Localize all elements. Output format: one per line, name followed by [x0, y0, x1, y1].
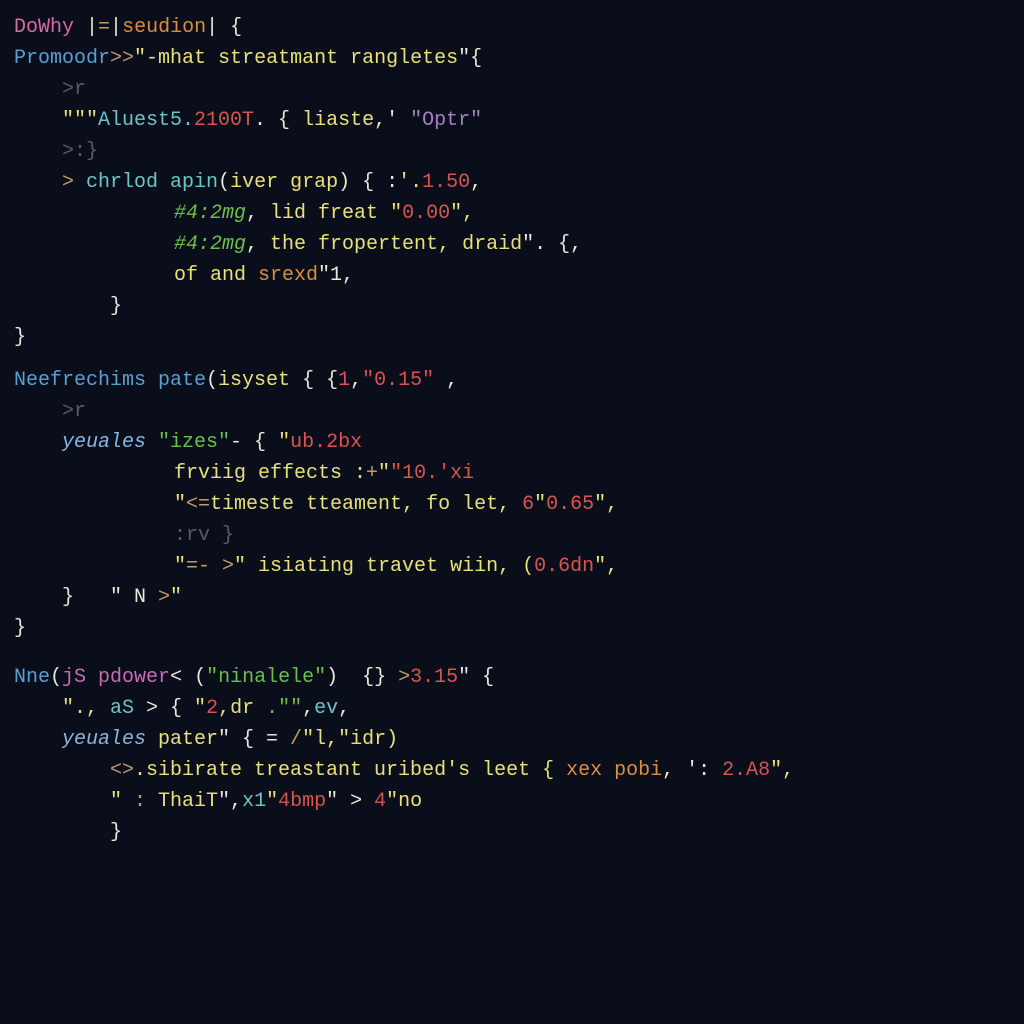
code-line-10: }: [14, 291, 1010, 322]
code-line-22: "., aS > { "2,dr ."",ev,: [14, 693, 1010, 724]
code-line-19: } " N >": [14, 582, 1010, 613]
blank-line: [14, 353, 1010, 365]
code-line-18: "=- >" isiating travet wiin, (0.6dn",: [14, 551, 1010, 582]
token-identifier: Promoodr: [14, 47, 110, 70]
code-line-9: of and srexd"1,: [14, 260, 1010, 291]
token-keyword: DoWhy: [14, 16, 74, 39]
code-line-24: <>.sibirate treastant uribed's leet { xe…: [14, 755, 1010, 786]
code-line-8: #4:2mg, the fropertent, draid". {,: [14, 229, 1010, 260]
code-line-20: }: [14, 613, 1010, 644]
code-line-2: Promoodr>>"-mhat streatmant rangletes"{: [14, 43, 1010, 74]
code-line-6: > chrlod apin(iver grap) { :'.1.50,: [14, 167, 1010, 198]
code-line-12: Neefrechims pate(isyset { {1,"0.15" ,: [14, 365, 1010, 396]
code-line-25: " : ThaiT",x1"4bmp" > 4"no: [14, 786, 1010, 817]
code-line-23: yeuales pater" { = /"l,"idr): [14, 724, 1010, 755]
code-line-3: >r: [14, 74, 1010, 105]
code-line-13: >r: [14, 396, 1010, 427]
code-line-7: #4:2mg, lid freat "0.00",: [14, 198, 1010, 229]
code-line-11: }: [14, 322, 1010, 353]
code-line-17: :rv }: [14, 520, 1010, 551]
blank-line: [14, 644, 1010, 662]
code-line-26: }: [14, 817, 1010, 848]
code-line-1: DoWhy |=|seudion| {: [14, 12, 1010, 43]
code-line-5: >:}: [14, 136, 1010, 167]
code-line-15: frviig effects :+""10.'xi: [14, 458, 1010, 489]
code-line-16: "<=timeste tteament, fo let, 6"0.65",: [14, 489, 1010, 520]
code-line-14: yeuales "izes"- { "ub.2bx: [14, 427, 1010, 458]
code-line-21: Nne(jS pdower< ("ninalele") {} >3.15" {: [14, 662, 1010, 693]
code-line-4: """Aluest5.2100T. { liaste,' "Optr": [14, 105, 1010, 136]
